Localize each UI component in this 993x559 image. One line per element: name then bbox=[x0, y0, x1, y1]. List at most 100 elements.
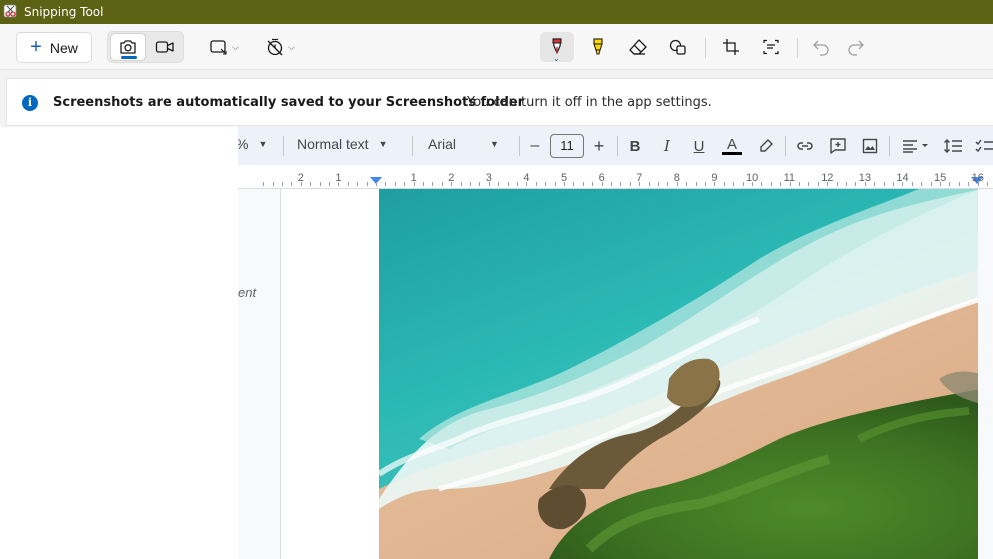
snipping-toolbar: + New ⌵ ⌵ ⌄ bbox=[0, 24, 993, 70]
ballpoint-pen-tool[interactable]: ⌄ bbox=[540, 32, 574, 63]
ruler-tick bbox=[902, 182, 903, 186]
ruler-tick bbox=[423, 182, 424, 186]
ruler-tick bbox=[912, 182, 913, 186]
snip-shape-dropdown[interactable]: ⌵ bbox=[204, 34, 244, 60]
text-actions-icon bbox=[763, 39, 779, 55]
delay-dropdown[interactable]: ⌵ bbox=[260, 34, 300, 60]
ruler-tick bbox=[282, 182, 283, 186]
decrease-font-size-icon: – bbox=[530, 137, 540, 154]
chevron-down-icon: ⌵ bbox=[232, 41, 239, 52]
ruler-tick bbox=[940, 182, 941, 186]
new-button-label: New bbox=[49, 39, 78, 56]
ruler-tick bbox=[827, 182, 828, 186]
paragraph-style-label: Normal text bbox=[297, 136, 369, 152]
italic-icon: I bbox=[664, 137, 670, 155]
ruler-tick bbox=[432, 182, 433, 186]
ruler-tick bbox=[310, 182, 311, 186]
caret-down-icon: ▼ bbox=[258, 139, 268, 149]
bold-icon: B bbox=[629, 137, 641, 155]
checklist-icon bbox=[973, 135, 993, 157]
ruler-tick bbox=[508, 182, 509, 186]
screenshot-mode-button[interactable] bbox=[110, 33, 146, 61]
text-color-swatch bbox=[722, 151, 742, 155]
ruler-tick bbox=[855, 182, 856, 186]
zoom-dropdown: % ▼ bbox=[238, 136, 267, 152]
captured-screenshot-canvas[interactable]: % ▼ Normal text ▼ Arial ▼ – 11 + B bbox=[0, 127, 993, 559]
ruler-tick bbox=[921, 182, 922, 186]
crop-tool[interactable] bbox=[714, 32, 748, 62]
ruler-tick bbox=[451, 182, 452, 186]
ruler-tick bbox=[931, 182, 932, 186]
ruler-tick bbox=[752, 182, 753, 186]
ruler-tick bbox=[461, 182, 462, 186]
capture-blank-area bbox=[0, 127, 238, 559]
ruler-tick bbox=[592, 182, 593, 186]
info-bar-title: Screenshots are automatically saved to y… bbox=[53, 95, 525, 110]
highlighter-tool[interactable] bbox=[581, 32, 615, 62]
snipping-tool-app-icon bbox=[3, 4, 17, 18]
doc-page-margin bbox=[280, 189, 380, 559]
ruler-tick bbox=[517, 182, 518, 186]
ruler-tick bbox=[367, 182, 368, 186]
ruler-tick bbox=[799, 182, 800, 186]
text-actions-tool[interactable] bbox=[754, 32, 788, 62]
ruler-tick bbox=[959, 182, 960, 186]
ruler-tick bbox=[414, 182, 415, 186]
window-title: Snipping Tool bbox=[24, 5, 104, 19]
ruler-tick bbox=[498, 182, 499, 186]
plus-icon: + bbox=[30, 35, 42, 58]
redo-icon bbox=[848, 40, 864, 56]
ruler-tick bbox=[338, 182, 339, 186]
shapes-tool[interactable] bbox=[661, 32, 695, 62]
selected-mode-indicator bbox=[121, 56, 137, 59]
new-snip-button[interactable]: + New bbox=[16, 32, 92, 63]
chevron-down-icon: ⌄ bbox=[553, 54, 560, 63]
font-size-field: 11 bbox=[550, 134, 584, 158]
underline-icon: U bbox=[693, 137, 705, 155]
doc-toolbar-divider bbox=[617, 136, 618, 156]
ruler-tick bbox=[545, 182, 546, 186]
snipping-tool-window: Snipping Tool + New ⌵ ⌵ ⌄ i Screenshots … bbox=[0, 0, 993, 559]
font-dropdown: Arial ▼ bbox=[428, 136, 499, 152]
crop-icon bbox=[723, 39, 739, 55]
ruler-tick bbox=[705, 182, 706, 186]
chevron-down-icon: ⌵ bbox=[288, 41, 295, 52]
ruler-tick bbox=[658, 182, 659, 186]
captured-document-editor: % ▼ Normal text ▼ Arial ▼ – 11 + B bbox=[238, 127, 993, 559]
doc-toolbar-divider bbox=[283, 136, 284, 156]
auto-save-info-bar: i Screenshots are automatically saved to… bbox=[6, 78, 993, 126]
align-dropdown-icon bbox=[898, 135, 934, 157]
ruler-tick bbox=[395, 182, 396, 186]
video-mode-button[interactable] bbox=[148, 33, 182, 61]
doc-horizontal-ruler: 2 1 1 2 3 4 5 6 7 8 9 10 11 12 13 14 15 16 bbox=[238, 165, 993, 189]
ruler-tick bbox=[639, 182, 640, 186]
rectangle-snip-icon bbox=[210, 40, 227, 55]
ruler-tick bbox=[442, 182, 443, 186]
ruler-tick bbox=[818, 182, 819, 186]
text-color-icon: A bbox=[720, 135, 744, 157]
beach-photo-image bbox=[379, 189, 981, 559]
ruler-tick bbox=[526, 182, 527, 186]
ruler-tick bbox=[611, 182, 612, 186]
redo-button[interactable] bbox=[839, 32, 873, 62]
ruler-tick bbox=[376, 182, 377, 186]
paragraph-style-dropdown: Normal text ▼ bbox=[297, 136, 388, 152]
doc-right-gutter bbox=[978, 189, 993, 559]
doc-formatting-toolbar: % ▼ Normal text ▼ Arial ▼ – 11 + B bbox=[238, 127, 993, 165]
caret-down-icon: ▼ bbox=[378, 139, 388, 149]
ruler-tick bbox=[978, 182, 979, 186]
ruler-tick bbox=[320, 182, 321, 186]
doc-toolbar-divider bbox=[889, 136, 890, 156]
toolbar-divider bbox=[705, 38, 706, 58]
ruler-tick bbox=[743, 182, 744, 186]
title-bar: Snipping Tool bbox=[0, 0, 993, 24]
ruler-tick bbox=[649, 182, 650, 186]
undo-button[interactable] bbox=[804, 32, 838, 62]
ruler-tick bbox=[536, 182, 537, 186]
ruler-tick bbox=[987, 182, 988, 186]
ruler-tick bbox=[696, 182, 697, 186]
ruler-tick bbox=[865, 182, 866, 186]
ruler-tick bbox=[301, 182, 302, 186]
ruler-tick bbox=[808, 182, 809, 186]
eraser-tool[interactable] bbox=[621, 32, 655, 62]
